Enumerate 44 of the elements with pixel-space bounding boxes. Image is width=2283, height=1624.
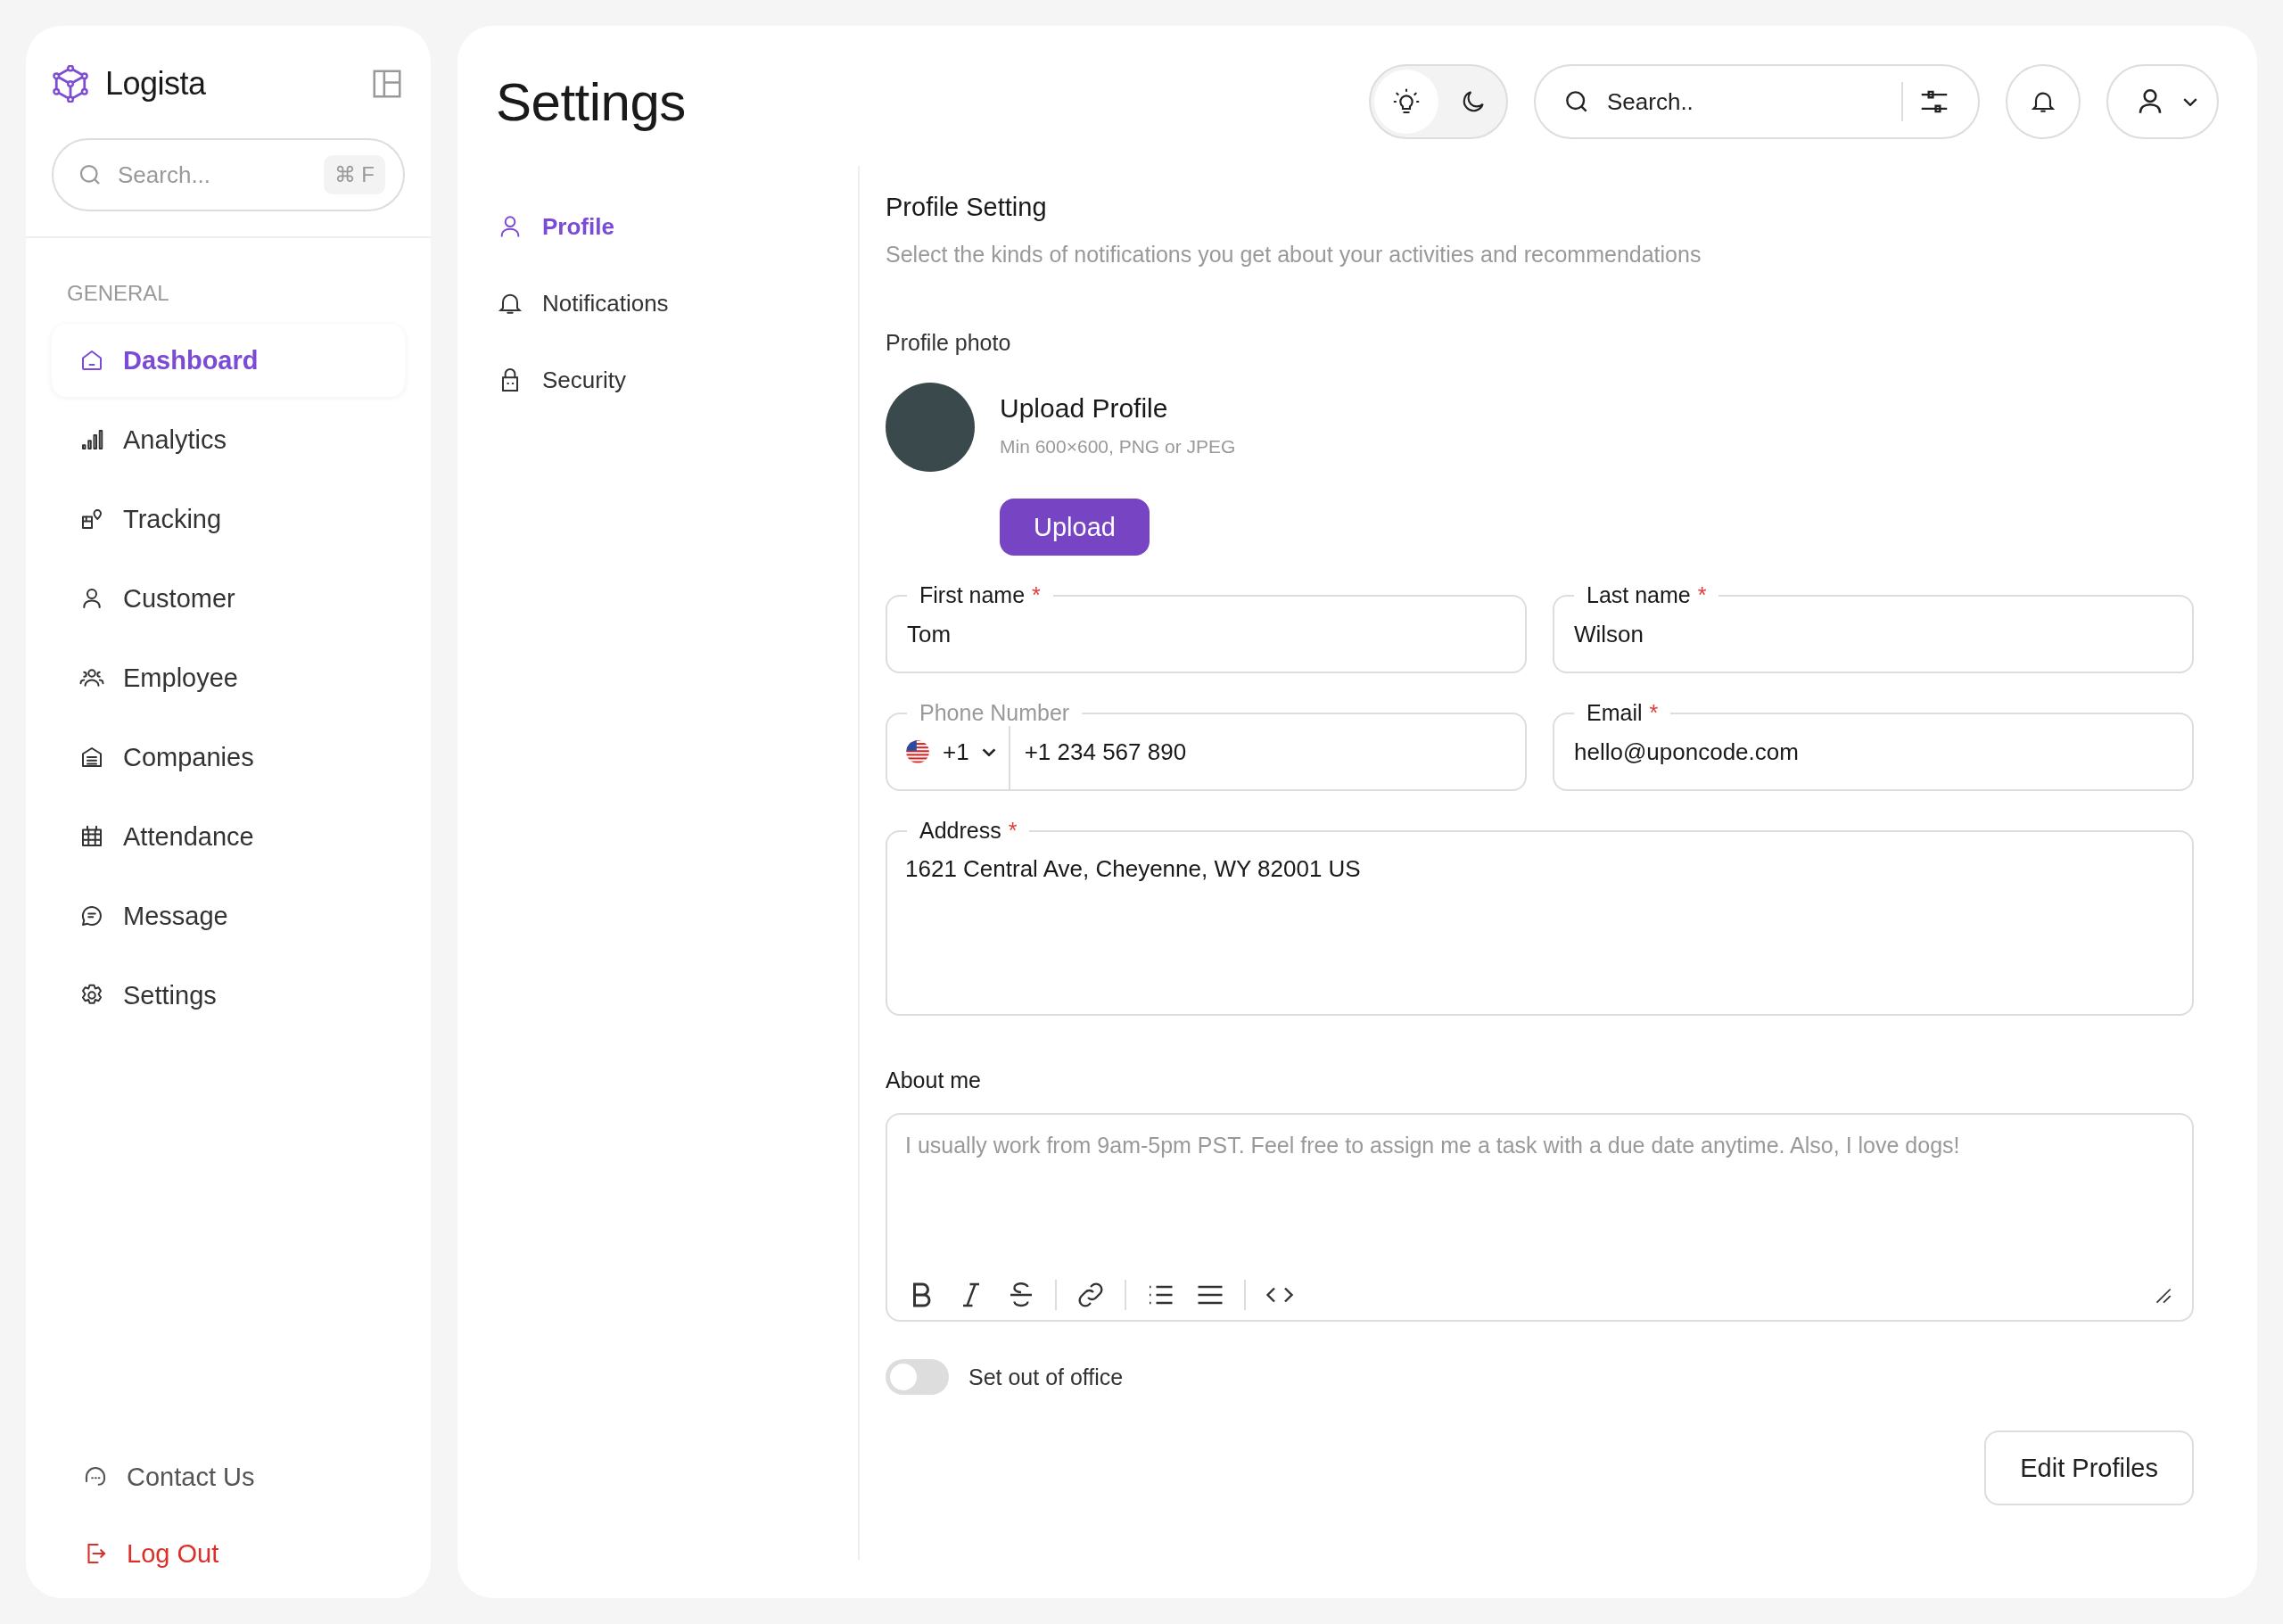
- toggle-switch[interactable]: [886, 1359, 949, 1395]
- sidebar-item[interactable]: Analytics: [52, 403, 405, 476]
- sidebar-item[interactable]: Companies: [52, 721, 405, 794]
- text-input[interactable]: +1 234 567 890: [1022, 737, 1507, 767]
- cube-logo-icon: [52, 65, 89, 103]
- shortcut-badge: ⌘ F: [323, 155, 385, 194]
- sidebar-item[interactable]: Customer: [52, 562, 405, 635]
- toggle-label: Set out of office: [968, 1364, 1124, 1390]
- upload-title: Upload Profile: [1000, 393, 1168, 424]
- brand-name: Logista: [105, 65, 207, 103]
- layout-panel-icon[interactable]: [370, 67, 404, 101]
- text-input[interactable]: hello@uponcode.com: [1572, 737, 2174, 767]
- light-mode-button[interactable]: [1374, 70, 1438, 134]
- sidebar-item[interactable]: Attendance: [52, 800, 405, 873]
- search-input[interactable]: Search...: [116, 160, 311, 190]
- section-title: Profile Setting: [886, 193, 1048, 222]
- text-input[interactable]: Tom: [905, 619, 1507, 649]
- chevron-down-icon: [2183, 97, 2197, 106]
- country-code-select[interactable]: +1: [905, 738, 1009, 766]
- settings-tab[interactable]: Profile: [496, 202, 614, 251]
- settings-tab[interactable]: Notifications: [496, 278, 669, 328]
- contact-link[interactable]: Contact Us: [52, 1452, 255, 1502]
- upload-hint: Min 600×600, PNG or JPEG: [1000, 436, 1236, 458]
- flag-icon: [905, 739, 930, 764]
- search-field[interactable]: Search..: [1534, 64, 1980, 139]
- section-heading: GENERAL: [66, 280, 170, 306]
- field-label: Profile photo: [886, 330, 1012, 356]
- sidebar-item[interactable]: Tracking: [52, 482, 405, 556]
- section-description: Select the kinds of notifications you get about your activities and recommendations: [886, 242, 1702, 268]
- text-input[interactable]: Wilson: [1572, 619, 2174, 649]
- sidebar-item[interactable]: Settings: [52, 959, 405, 1032]
- edit-profiles-button[interactable]: Edit Profiles: [1984, 1430, 2194, 1505]
- upload-button[interactable]: Upload: [1000, 499, 1150, 556]
- sidebar-item[interactable]: Message: [52, 879, 405, 952]
- address-input[interactable]: 1621 Central Ave, Cheyenne, WY 82001 US: [905, 855, 2174, 989]
- page-title: Settings: [496, 70, 687, 133]
- lightbulb-icon: [1392, 87, 1421, 116]
- logout-link[interactable]: Log Out: [52, 1529, 219, 1579]
- chevron-down-icon: [981, 747, 996, 756]
- sidebar-item[interactable]: Employee: [52, 641, 405, 714]
- field-label: About me: [886, 1068, 982, 1093]
- settings-tab[interactable]: Security: [496, 355, 626, 405]
- sidebar-item[interactable]: Dashboard: [52, 324, 405, 397]
- about-me-editor[interactable]: I usually work from 9am-5pm PST. Feel free to assign me a task with a due date anytime. Also, I love dogs!: [886, 1113, 2194, 1322]
